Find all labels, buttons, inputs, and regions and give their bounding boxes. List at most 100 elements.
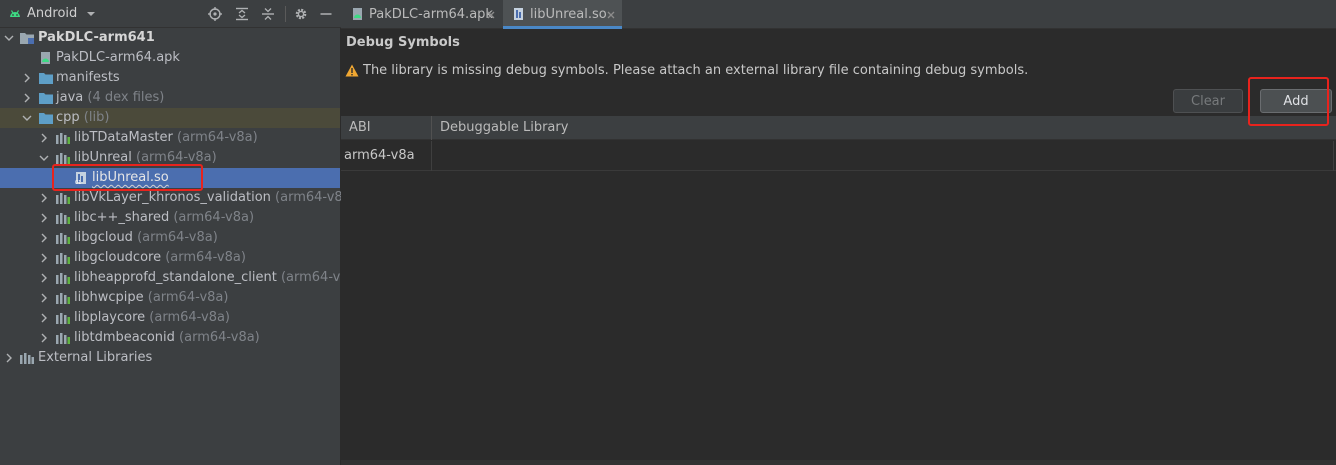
- expand-all-icon: [236, 7, 248, 21]
- tree-item-library[interactable]: libgcloud (arm64-v8a): [0, 228, 340, 248]
- debug-symbols-table: ABI Debuggable Library arm64-v8a: [341, 116, 1336, 465]
- folder-icon: [39, 73, 53, 84]
- tree-item-library[interactable]: libhwcpipe (arm64-v8a): [0, 288, 340, 308]
- tree-item-library[interactable]: libc++_shared (arm64-v8a): [0, 208, 340, 228]
- locate-button[interactable]: [206, 5, 224, 23]
- tree-item-cpp[interactable]: cpp (lib): [0, 108, 340, 128]
- table-edge: [1333, 141, 1334, 171]
- tree-item-label: libVkLayer_khronos_validation (arm64-v8a…: [74, 190, 356, 205]
- tree-item-library[interactable]: libVkLayer_khronos_validation (arm64-v8a…: [0, 188, 356, 208]
- android-icon: [10, 10, 20, 17]
- clear-button[interactable]: Clear: [1173, 89, 1243, 113]
- bottom-scroll-bar[interactable]: [341, 460, 1336, 465]
- tree-item-label: libgcloudcore (arm64-v8a): [74, 250, 246, 265]
- chevron-right-icon[interactable]: [38, 312, 50, 324]
- chevron-right-icon[interactable]: [38, 272, 50, 284]
- chevron-right-icon[interactable]: [3, 352, 15, 364]
- tree-item-label: libplaycore (arm64-v8a): [74, 310, 231, 325]
- chevron-right-icon[interactable]: [38, 132, 50, 144]
- tree-item-java[interactable]: java (4 dex files): [0, 88, 340, 108]
- project-panel-header: Android: [0, 0, 341, 28]
- close-icon[interactable]: [606, 10, 616, 20]
- column-divider: [431, 116, 432, 140]
- tree-item-library[interactable]: libplaycore (arm64-v8a): [0, 308, 340, 328]
- tree-item-external-libraries[interactable]: External Libraries: [0, 348, 340, 368]
- library-icon: [56, 333, 70, 344]
- apk-file-icon: [353, 8, 362, 20]
- column-divider: [431, 141, 432, 171]
- tab-label: PakDLC-arm64.apk: [369, 7, 493, 22]
- tree-item-manifests[interactable]: manifests: [0, 68, 340, 88]
- so-file-icon: [514, 8, 523, 20]
- svg-text:01: 01: [75, 180, 81, 185]
- tab-apk[interactable]: PakDLC-arm64.apk: [341, 0, 503, 29]
- add-button[interactable]: Add: [1260, 89, 1332, 113]
- chevron-down-icon[interactable]: [84, 6, 98, 22]
- tree-item-label: cpp (lib): [56, 110, 110, 125]
- expand-all-button[interactable]: [233, 5, 251, 23]
- tree-item-label: libUnreal.so: [92, 170, 169, 185]
- folder-icon: [39, 113, 53, 124]
- minimize-icon: [320, 13, 332, 15]
- tree-item-label: libtdmbeaconid (arm64-v8a): [74, 330, 260, 345]
- tree-item-label: libhwcpipe (arm64-v8a): [74, 290, 229, 305]
- collapse-all-icon: [262, 8, 274, 20]
- tree-item-label: PakDLC-arm641: [38, 30, 155, 45]
- tree-item-label: libgcloud (arm64-v8a): [74, 230, 218, 245]
- warning-icon: [345, 64, 359, 77]
- tree-item-label: PakDLC-arm64.apk: [56, 50, 180, 65]
- minimize-button[interactable]: [317, 5, 335, 23]
- tree-item-apk[interactable]: PakDLC-arm64.apk: [0, 48, 340, 68]
- settings-icon: [295, 8, 307, 20]
- table-row[interactable]: arm64-v8a: [341, 141, 1336, 171]
- tree-item-label: libTDataMaster (arm64-v8a): [74, 130, 258, 145]
- chevron-right-icon[interactable]: [38, 212, 50, 224]
- table-header: ABI Debuggable Library: [341, 116, 1336, 140]
- tree-item-label: manifests: [56, 70, 120, 85]
- editor-area: PakDLC-arm64.apk libUnreal.so Debug Symb…: [341, 0, 1336, 465]
- library-icon: [56, 253, 70, 264]
- tree-item-library[interactable]: libheapprofd_standalone_client (arm64-v8…: [0, 268, 362, 288]
- tree-item-library[interactable]: libTDataMaster (arm64-v8a): [0, 128, 340, 148]
- chevron-right-icon[interactable]: [38, 252, 50, 264]
- locate-icon: [208, 7, 222, 21]
- chevron-right-icon[interactable]: [38, 292, 50, 304]
- tree-item-label: libUnreal (arm64-v8a): [74, 150, 217, 165]
- external-libraries-icon: [20, 353, 34, 364]
- tab-libunreal-so[interactable]: libUnreal.so: [503, 0, 622, 29]
- chevron-right-icon[interactable]: [38, 192, 50, 204]
- tab-label: libUnreal.so: [530, 7, 607, 22]
- tree-item-label: libheapprofd_standalone_client (arm64-v8…: [74, 270, 362, 285]
- table-cell-abi: arm64-v8a: [344, 148, 415, 163]
- tree-item-selected-so[interactable]: 01 libUnreal.so: [0, 168, 340, 188]
- warning-message: The library is missing debug symbols. Pl…: [363, 63, 1029, 78]
- tree-item-project-root[interactable]: PakDLC-arm641: [0, 28, 340, 48]
- view-selector-label[interactable]: Android: [27, 6, 77, 21]
- tree-item-library[interactable]: libtdmbeaconid (arm64-v8a): [0, 328, 340, 348]
- debug-symbols-panel: Debug Symbols The library is missing deb…: [341, 29, 1336, 465]
- library-icon: [56, 273, 70, 284]
- header-divider: [285, 6, 286, 22]
- chevron-down-icon[interactable]: [3, 32, 15, 44]
- chevron-right-icon[interactable]: [38, 332, 50, 344]
- chevron-right-icon[interactable]: [38, 232, 50, 244]
- tree-item-label: java (4 dex files): [56, 90, 165, 105]
- close-icon[interactable]: [486, 10, 496, 20]
- collapse-all-button[interactable]: [259, 5, 277, 23]
- tree-item-library[interactable]: libUnreal (arm64-v8a): [0, 148, 340, 168]
- library-icon: [56, 213, 70, 224]
- chevron-down-icon[interactable]: [38, 152, 50, 164]
- chevron-right-icon[interactable]: [21, 72, 33, 84]
- column-header-abi[interactable]: ABI: [349, 120, 371, 135]
- tree-item-library[interactable]: libgcloudcore (arm64-v8a): [0, 248, 340, 268]
- library-icon: [56, 153, 70, 164]
- settings-button[interactable]: [292, 5, 310, 23]
- folder-icon: [39, 93, 53, 104]
- project-panel: Android PakDLC-arm641 PakDLC-arm64.apk m…: [0, 0, 362, 465]
- column-header-debuggable-library[interactable]: Debuggable Library: [440, 120, 568, 135]
- chevron-down-icon[interactable]: [21, 112, 33, 124]
- tree-item-label: External Libraries: [38, 350, 153, 365]
- tree-item-label: libc++_shared (arm64-v8a): [74, 210, 255, 225]
- chevron-right-icon[interactable]: [21, 92, 33, 104]
- module-folder-icon: [20, 33, 34, 44]
